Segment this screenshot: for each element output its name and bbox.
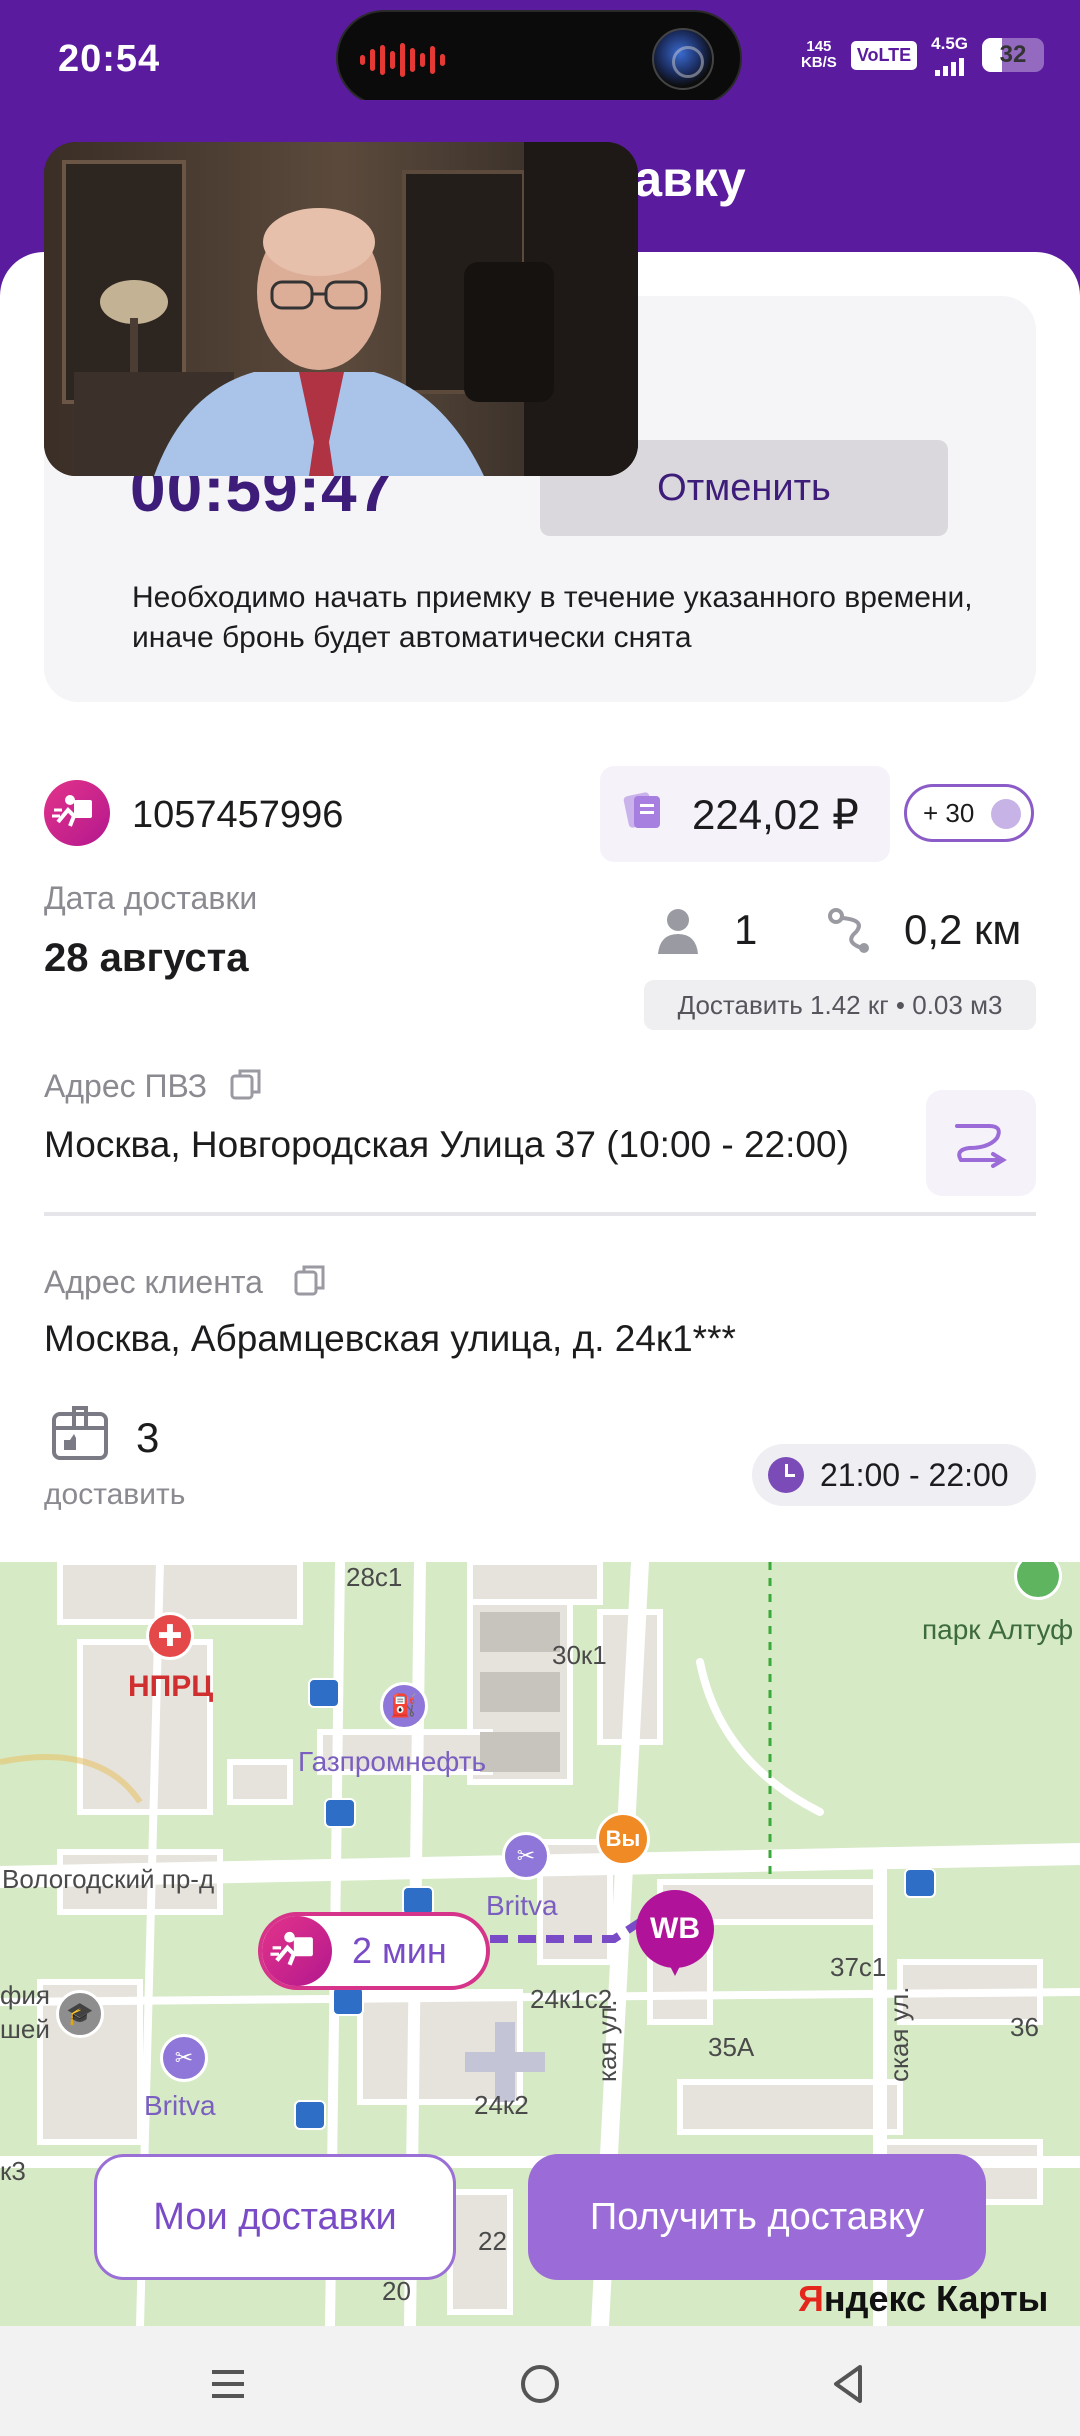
map-label: 20 [382,2276,411,2306]
net-speed: 145 KB/S [800,38,837,71]
get-delivery-button[interactable]: Получить доставку [528,2154,986,2280]
volte-badge: VoLTE [850,40,918,70]
page-title-text: авку [634,151,746,207]
barber-icon[interactable]: ✂ [160,2034,208,2082]
map-label: 36 [1010,2012,1039,2042]
video-frame-image [44,142,638,476]
map-label: 30к1 [552,1640,607,1670]
school-icon[interactable]: 🎓 [56,1990,104,2038]
back-button[interactable] [818,2354,878,2414]
map-label: к3 [0,2156,26,2186]
video-overlay[interactable] [44,142,638,476]
media-artwork [652,28,714,90]
you-marker[interactable]: Вы [596,1812,650,1866]
clock-icon [768,1457,804,1493]
network-type: 4.5G [931,34,968,53]
courier-icon [262,1916,332,1986]
info-icon[interactable] [991,799,1021,829]
delivery-date-label: Дата доставки [44,880,258,916]
divider [44,1212,1036,1216]
time-window: 21:00 - 22:00 [820,1456,1009,1493]
home-icon [521,2365,559,2403]
bus-stop-icon [308,1678,340,1708]
back-icon [834,2365,862,2403]
map-label-street: ская ул. [884,1986,914,2082]
map-label: 28с1 [346,1562,403,1592]
map-label-street: Вологодский пр-д [2,1864,215,1894]
bonus-badge[interactable]: + 30 [904,784,1034,842]
client-address: Москва, Абрамцевская улица, д. 24к1*** [44,1318,736,1359]
courier-icon [44,780,110,846]
distance-value: 0,2 км [904,906,1022,953]
booking-note: Необходимо начать приемку в течение указ… [132,581,973,654]
route-button[interactable] [926,1090,1036,1196]
boxes-label: доставить [44,1478,186,1511]
hospital-icon[interactable]: ✚ [146,1612,194,1660]
map-label: 24к2 [474,2090,529,2120]
person-icon [656,906,700,956]
my-deliveries-button[interactable]: Мои доставки [94,2154,456,2280]
bonus-value: + 30 [923,797,975,828]
route-distance-icon [826,906,872,956]
order-price: 224,02 ₽ [692,791,859,838]
map-label-britva: Britva [486,1890,558,1921]
network-indicator: 4.5G [931,34,968,76]
recent-apps-button[interactable] [198,2354,258,2414]
system-nav-bar [0,2326,1080,2436]
map-label-street: кая ул. [592,1999,622,2082]
bus-stop-icon [904,1868,936,1898]
battery-icon: 32 [982,38,1044,72]
copy-icon[interactable] [294,1264,326,1296]
route-icon [955,1124,1007,1168]
pvz-address-label: Адрес ПВЗ [44,1068,208,1104]
map-label-nprc: НПРЦ [128,1670,214,1703]
time-window-chip: 21:00 - 22:00 [752,1444,1036,1506]
client-address-label: Адрес клиента [44,1264,263,1300]
eta-text: 2 мин [352,1930,447,1971]
map-label: шей [0,2014,50,2044]
bus-stop-icon [294,2100,326,2130]
battery-percent: 32 [999,41,1027,68]
yandex-maps-logo[interactable]: Яндекс Карты [798,2278,1048,2320]
bus-stop-icon [324,1798,356,1828]
bus-stop-icon [332,1986,364,2016]
map-label-gazprom: Газпромнефть [298,1746,487,1777]
delivery-date-value: 28 августа [44,936,249,980]
map-label: 37с1 [830,1952,887,1982]
audio-wave-icon [360,42,450,78]
map-label-britva: Britva [144,2090,216,2121]
order-number: 1057457996 [132,794,344,836]
home-button[interactable] [510,2354,570,2414]
map-label: фия [0,1980,50,2010]
map-label: 35А [708,2032,755,2062]
dynamic-island[interactable] [336,10,742,106]
package-icon [50,1404,110,1462]
courier-eta-pill[interactable]: 2 мин [258,1912,490,1990]
map-label-park: парк Алтуф [922,1614,1074,1645]
boxes-count: 3 [136,1414,160,1461]
barber-icon[interactable]: ✂ [502,1832,550,1880]
status-icons: 145 KB/S VoLTE 4.5G 32 [801,34,1044,76]
wb-pickup-marker[interactable]: WB [636,1890,714,1976]
persons-count: 1 [734,906,758,953]
signal-icon [935,54,965,76]
map-label: 22 [478,2226,507,2256]
copy-icon[interactable] [230,1068,262,1100]
pvz-address: Москва, Новгородская Улица 37 (10:00 - 2… [44,1124,849,1165]
status-time: 20:54 [58,38,161,80]
fuel-station-icon[interactable]: ⛽ [380,1682,428,1730]
weight-volume-chip: Доставить 1.42 кг • 0.03 м3 [644,980,1036,1030]
cash-icon [622,788,666,832]
menu-icon [212,2370,244,2398]
